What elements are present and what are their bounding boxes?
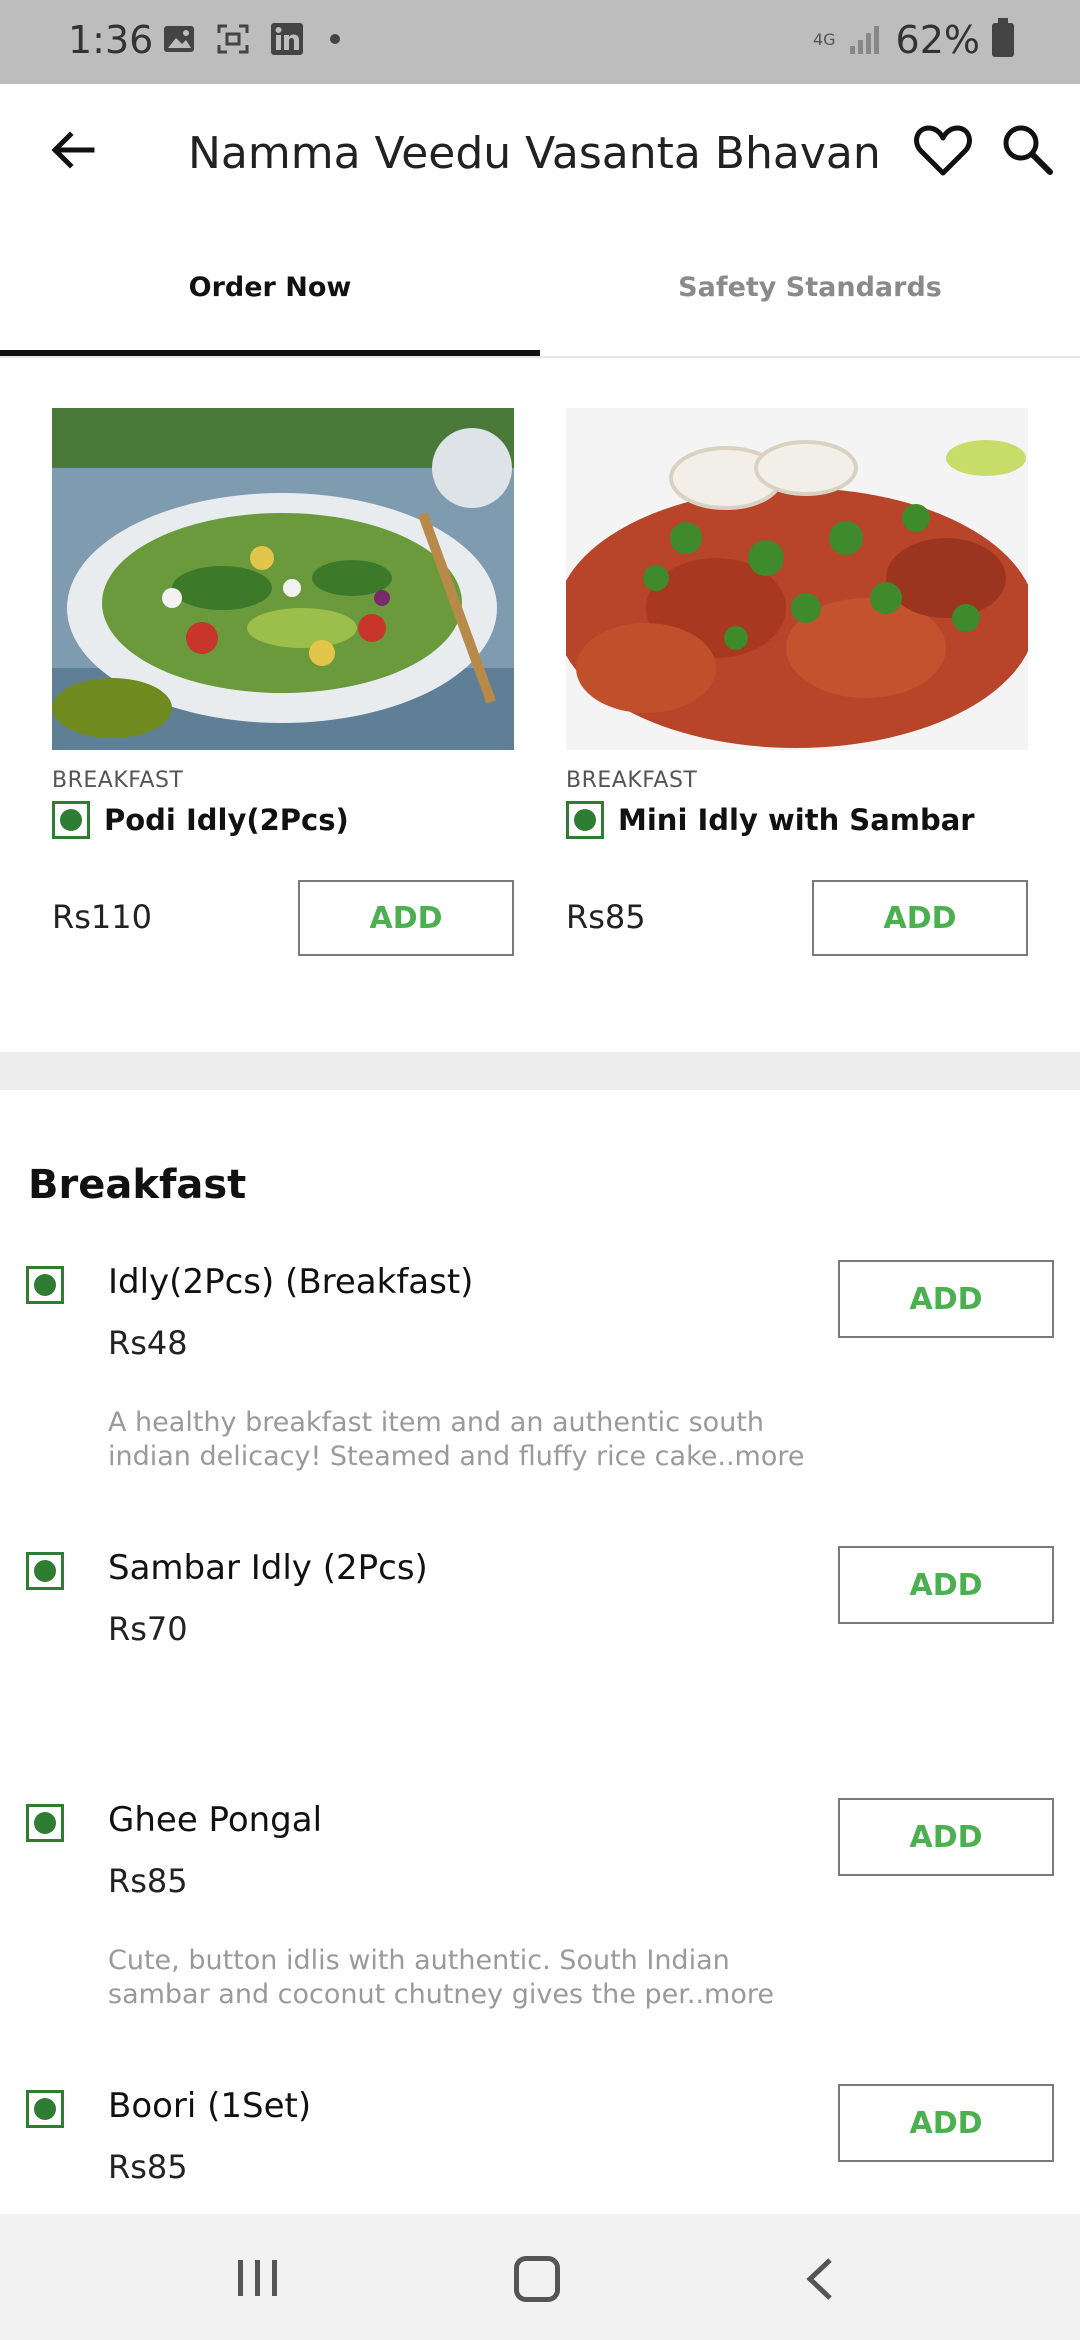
card-price: Rs110 xyxy=(52,898,152,936)
item-name: Boori (1Set) xyxy=(108,2086,312,2126)
item-name: Sambar Idly (2Pcs) xyxy=(108,1548,428,1588)
add-button[interactable]: ADD xyxy=(812,880,1028,956)
tab-bar: Order Now Safety Standards xyxy=(0,228,1080,358)
item-price: Rs48 xyxy=(108,1324,188,1362)
veg-indicator-icon xyxy=(566,801,604,839)
add-button[interactable]: ADD xyxy=(838,1260,1054,1338)
system-nav-bar xyxy=(0,2214,1080,2340)
section-divider xyxy=(0,1052,1080,1090)
back-arrow-icon[interactable] xyxy=(44,120,104,180)
status-bar: 1:36 4G 62% xyxy=(0,0,1080,84)
item-price: Rs70 xyxy=(108,1610,188,1648)
linkedin-icon xyxy=(271,23,303,55)
section-title: Breakfast xyxy=(28,1162,247,1208)
item-price: Rs85 xyxy=(108,1862,188,1900)
tab-order-now[interactable]: Order Now xyxy=(0,272,540,303)
home-icon[interactable] xyxy=(514,2256,560,2302)
salad-food-image xyxy=(52,408,514,750)
screenshot-icon xyxy=(217,24,249,54)
item-price: Rs85 xyxy=(108,2148,188,2186)
notification-icons xyxy=(162,22,340,56)
card-item-name: Mini Idly with Sambar xyxy=(618,803,975,837)
card-category: BREAKFAST xyxy=(52,768,184,793)
app-bar: Namma Veedu Vasanta Bhavan xyxy=(0,84,1080,228)
status-time: 1:36 xyxy=(68,18,154,62)
more-notifications-dot xyxy=(330,34,340,44)
tab-safety-standards[interactable]: Safety Standards xyxy=(540,272,1080,303)
fried-food-image xyxy=(556,408,1036,750)
featured-card[interactable]: BREAKFAST Podi Idly(2Pcs) Rs110 ADD xyxy=(52,408,514,956)
veg-indicator-icon xyxy=(26,1552,64,1590)
active-tab-indicator xyxy=(0,350,540,356)
veg-indicator-icon xyxy=(26,1804,64,1842)
veg-indicator-icon xyxy=(26,2090,64,2128)
network-type: 4G xyxy=(812,30,836,49)
add-button[interactable]: ADD xyxy=(838,1798,1054,1876)
battery-percent: 62% xyxy=(895,18,980,62)
add-button[interactable]: ADD xyxy=(838,1546,1054,1624)
item-description[interactable]: Cute, button idlis with authentic. South… xyxy=(108,1944,838,2012)
search-icon[interactable] xyxy=(998,120,1056,178)
recent-apps-icon[interactable] xyxy=(236,2258,280,2298)
card-category: BREAKFAST xyxy=(566,768,698,793)
page-title: Namma Veedu Vasanta Bhavan xyxy=(188,128,881,179)
featured-card[interactable]: BREAKFAST Mini Idly with Sambar Rs85 ADD xyxy=(556,408,1036,956)
item-name: Ghee Pongal xyxy=(108,1800,323,1840)
gallery-icon xyxy=(164,26,194,52)
add-button[interactable]: ADD xyxy=(298,880,514,956)
veg-indicator-icon xyxy=(26,1266,64,1304)
battery-icon xyxy=(992,18,1014,57)
system-status: 4G 62% xyxy=(813,18,1014,62)
card-price: Rs85 xyxy=(566,898,646,936)
add-button[interactable]: ADD xyxy=(838,2084,1054,2162)
signal-icon xyxy=(849,26,879,54)
card-item-name: Podi Idly(2Pcs) xyxy=(104,803,349,837)
nav-back-icon[interactable] xyxy=(800,2256,840,2302)
heart-icon[interactable] xyxy=(912,120,974,180)
veg-indicator-icon xyxy=(52,801,90,839)
item-description[interactable]: A healthy breakfast item and an authenti… xyxy=(108,1406,838,1474)
item-name: Idly(2Pcs) (Breakfast) xyxy=(108,1262,474,1302)
